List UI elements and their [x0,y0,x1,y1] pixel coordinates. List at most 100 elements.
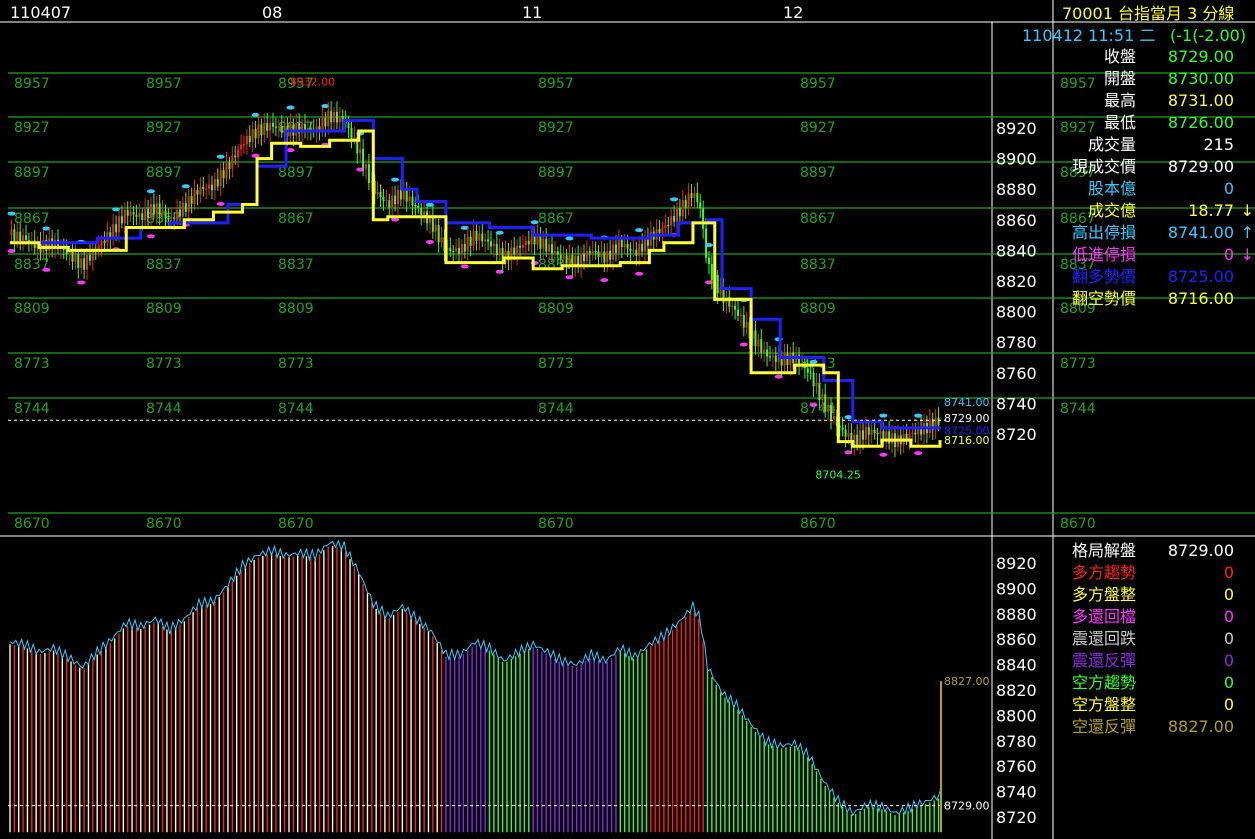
candle-body [888,431,891,444]
candle-body [617,239,620,253]
low-marker [425,239,434,244]
stop-high-annotation: 8741.00 [944,396,990,409]
candle-body [763,349,766,353]
date-label-12: 12 [783,3,804,22]
quote-label: 開盤 [1103,69,1136,88]
candle-body [144,208,147,221]
low-marker [600,278,609,283]
candle-body [440,237,443,243]
candle-body [353,137,356,139]
pattern-label: 空方趨勢 [1071,673,1136,692]
candle-body [885,431,888,439]
pattern-label: 空方盤整 [1071,695,1136,714]
quote-label: 高出停損 [1071,223,1136,242]
candle-body [123,209,126,224]
high-marker [670,197,679,202]
candle-body [559,254,562,259]
candle-body [830,404,833,420]
level-label: 8670 [14,516,50,532]
candle-body [167,218,170,220]
candle-body [184,202,187,212]
sub-y-tick-label: 8760 [996,757,1037,776]
quote-value: 8731.00 [1167,91,1234,110]
candle-body [350,127,353,139]
quote-row: 成交量 215 [1058,134,1248,156]
pattern-value: 0 [1223,651,1234,670]
candle-body [228,162,231,169]
candle-body [548,244,551,252]
candle-body [170,217,173,219]
quote-arrow-icon: ↑ [1240,223,1254,242]
candle-body [658,229,661,233]
quote-row: 成交億 18.77 ↓ [1058,200,1254,222]
candle-body [88,255,91,261]
level-label: 8773 [14,356,50,372]
candle-body [347,123,350,128]
level-label: 8809 [146,301,182,317]
level-label: 8809 [278,301,314,317]
candle-body [690,193,693,199]
pattern-value: 0 [1223,585,1234,604]
candle-body [420,208,423,215]
candle-body [423,211,426,215]
candle-body [524,240,527,245]
candle-body [120,216,123,224]
level-label: 8837 [146,257,182,273]
high-marker [286,105,295,110]
level-label: 8837 [800,257,836,273]
level-label: 8867 [538,211,574,227]
candle-body [147,208,150,219]
candle-body [638,243,641,256]
candle-body [100,241,103,246]
low-annotation: 8704.25 [815,468,861,481]
candle-body [827,404,830,412]
candle-body [414,205,417,207]
candle-body [675,208,678,222]
pattern-label: 格局解盤 [1071,541,1136,560]
quote-row: 開盤 8730.00 [1058,68,1248,90]
candle-body [257,124,260,139]
quote-label: 最低 [1103,113,1136,132]
high-marker [809,359,818,364]
candle-body [458,248,461,255]
candle-body [699,202,702,209]
candle-body [472,230,475,246]
quote-value: 8726.00 [1167,113,1234,132]
level-label: 8809 [14,301,50,317]
candle-body [463,244,466,252]
candle-body [783,353,786,366]
quote-row: 低進停損 0 ↓ [1058,244,1254,266]
candle-body [202,186,205,189]
low-marker [42,267,51,272]
quote-value: 0 [1223,245,1234,264]
pattern-value: 0 [1223,607,1234,626]
candle-body [155,203,158,215]
low-marker [146,234,155,239]
candle-body [545,238,548,252]
candle-body [181,202,184,217]
y-tick-label: 8880 [996,180,1037,199]
pattern-value: 0 [1223,563,1234,582]
low-marker [809,402,818,407]
candle-body [556,251,559,255]
pattern-value: 8729.00 [1167,541,1234,560]
candle-body [568,255,571,264]
candle-body [684,200,687,208]
high-marker [565,236,574,241]
level-label: 8809 [800,301,836,317]
quote-row: 高出停損 8741.00 ↑ [1058,222,1254,244]
candle-body [295,123,298,136]
candle-body [83,258,86,270]
candle-body [670,216,673,226]
candle-body [786,353,789,366]
candle-body [190,196,193,204]
low-marker [216,201,225,206]
candle-body [629,248,632,252]
candle-body [367,164,370,184]
candle-body [745,322,748,328]
level-label: 8957 [800,76,836,92]
candle-body [394,195,397,205]
candle-body [911,432,914,434]
candle-body [612,244,615,260]
y-tick-label: 8820 [996,272,1037,291]
